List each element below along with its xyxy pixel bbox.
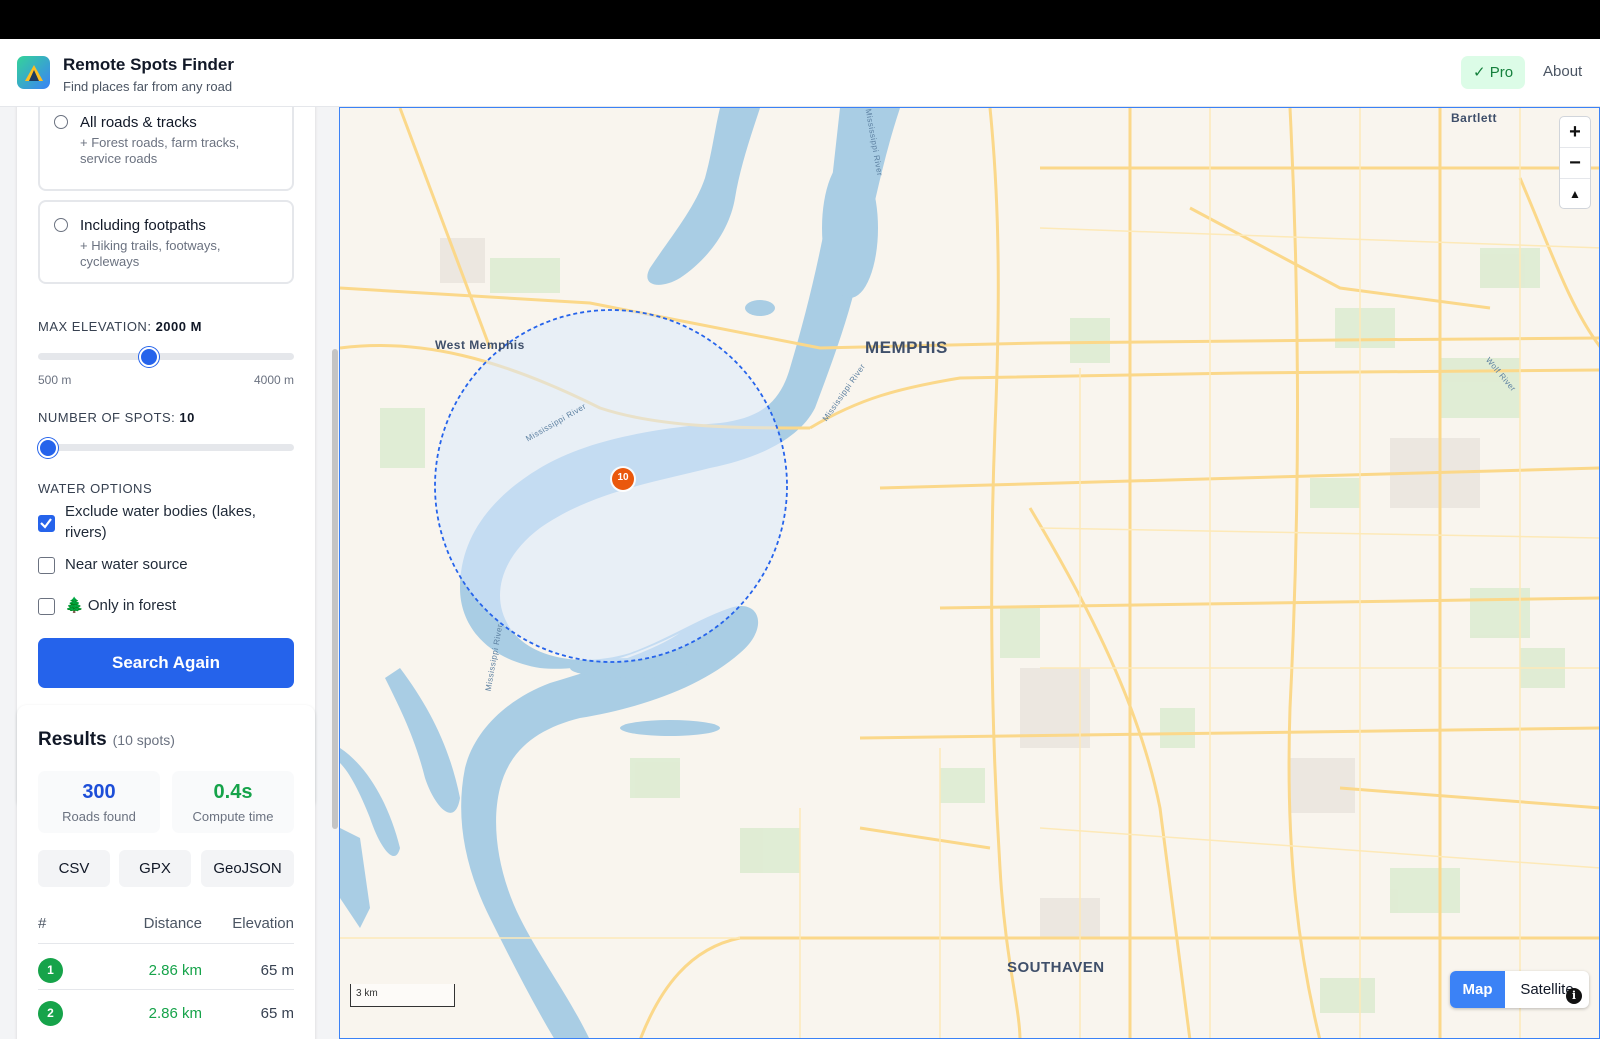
rank-badge: 1	[38, 958, 63, 983]
only-forest-checkbox[interactable]	[38, 598, 55, 615]
map-label-southaven: SOUTHAVEN	[1007, 959, 1105, 976]
map-view[interactable]: Bartlett West Memphis MEMPHIS SOUTHAVEN …	[339, 107, 1600, 1039]
export-gpx-button[interactable]: GPX	[119, 850, 191, 887]
results-title: Results (10 spots)	[38, 729, 175, 751]
only-forest-label[interactable]: 🌲 Only in forest	[65, 595, 176, 616]
elevation-max-label: 4000 m	[253, 373, 294, 387]
results-title-text: Results	[38, 729, 107, 750]
export-geojson-button[interactable]: GeoJSON	[201, 850, 294, 887]
row-distance: 2.86 km	[148, 1005, 202, 1022]
elevation-slider-track[interactable]	[38, 353, 294, 360]
road-option-desc: + Hiking trails, footways, cycleways	[80, 238, 221, 269]
results-count: (10 spots)	[112, 732, 175, 748]
results-panel: Results (10 spots) 300 Roads found 0.4s C…	[17, 705, 315, 1039]
info-icon[interactable]: i	[1566, 988, 1582, 1004]
column-header-distance[interactable]: Distance	[122, 915, 202, 932]
number-of-spots-value: 10	[179, 410, 195, 425]
sidebar-scrollbar[interactable]	[332, 349, 338, 829]
row-elevation: 65 m	[260, 1005, 294, 1022]
water-options-label: Water options	[38, 481, 153, 496]
radio-all-roads[interactable]	[54, 115, 68, 129]
map-label-bartlett: Bartlett	[1451, 111, 1498, 125]
app-subtitle: Find places far from any road	[63, 79, 233, 94]
spots-slider-thumb[interactable]	[38, 438, 58, 458]
zoom-control: + − ▲	[1559, 116, 1591, 209]
window-top-bar	[0, 0, 1600, 39]
spot-marker[interactable]: 10	[608, 464, 638, 494]
spots-slider-track[interactable]	[38, 444, 294, 451]
check-icon	[40, 518, 52, 529]
map-type-map-button[interactable]: Map	[1450, 971, 1505, 1008]
app-header: Remote Spots Finder Find places far from…	[0, 39, 1600, 107]
sidebar[interactable]: All roads & tracks + Forest roads, farm …	[0, 107, 340, 1039]
near-water-checkbox[interactable]	[38, 557, 55, 574]
row-elevation: 65 m	[260, 962, 294, 979]
max-elevation-label-text: Max elevation:	[38, 319, 152, 334]
map-base	[340, 108, 1599, 1038]
road-option-title: All roads & tracks	[80, 114, 197, 131]
row-distance: 2.86 km	[148, 962, 202, 979]
rank-badge: 2	[38, 1001, 63, 1026]
stat-value: 0.4s	[213, 781, 253, 803]
zoom-out-button[interactable]: −	[1560, 148, 1590, 179]
scale-bar: 3 km	[350, 984, 455, 1007]
near-water-label[interactable]: Near water source	[65, 554, 188, 575]
exclude-water-label[interactable]: Exclude water bodies (lakes, rivers)	[65, 501, 295, 543]
elevation-min-label: 500 m	[38, 373, 72, 387]
road-option-title: Including footpaths	[80, 217, 206, 234]
max-elevation-value: 2000 m	[155, 319, 202, 334]
table-divider	[38, 943, 294, 944]
max-elevation-label: Max elevation: 2000 m	[38, 319, 202, 334]
stat-compute-time: 0.4s Compute time	[172, 771, 294, 833]
mountain-icon	[24, 64, 43, 81]
stat-label: Compute time	[192, 809, 274, 824]
elevation-slider-thumb[interactable]	[139, 347, 160, 367]
column-header-rank: #	[38, 915, 47, 932]
app-logo[interactable]	[17, 56, 50, 89]
zoom-in-button[interactable]: +	[1560, 117, 1590, 148]
map-label-west-memphis: West Memphis	[435, 338, 525, 352]
marker-label: 10	[617, 472, 629, 483]
app-title: Remote Spots Finder	[63, 55, 234, 74]
compass-button[interactable]: ▲	[1560, 179, 1590, 210]
number-of-spots-label: Number of spots: 10	[38, 410, 195, 425]
road-option-all-roads[interactable]: All roads & tracks + Forest roads, farm …	[38, 107, 294, 191]
table-divider	[38, 989, 294, 990]
map-label-memphis: MEMPHIS	[865, 338, 948, 357]
exclude-water-checkbox[interactable]	[38, 515, 55, 532]
search-settings-panel: All roads & tracks + Forest roads, farm …	[17, 107, 315, 809]
pro-badge[interactable]: ✓ Pro	[1461, 56, 1526, 89]
stat-value: 300	[82, 781, 116, 803]
radio-footpaths[interactable]	[54, 218, 68, 232]
column-header-elevation[interactable]: Elevation	[214, 915, 294, 932]
search-again-button[interactable]: Search Again	[38, 638, 294, 688]
stat-roads-found: 300 Roads found	[38, 771, 160, 833]
road-option-footpaths[interactable]: Including footpaths + Hiking trails, foo…	[38, 200, 294, 284]
stat-label: Roads found	[62, 809, 136, 824]
number-of-spots-label-text: Number of spots:	[38, 410, 176, 425]
road-option-desc: + Forest roads, farm tracks, service roa…	[80, 135, 240, 166]
about-link[interactable]: About	[1543, 63, 1582, 80]
export-csv-button[interactable]: CSV	[38, 850, 110, 887]
